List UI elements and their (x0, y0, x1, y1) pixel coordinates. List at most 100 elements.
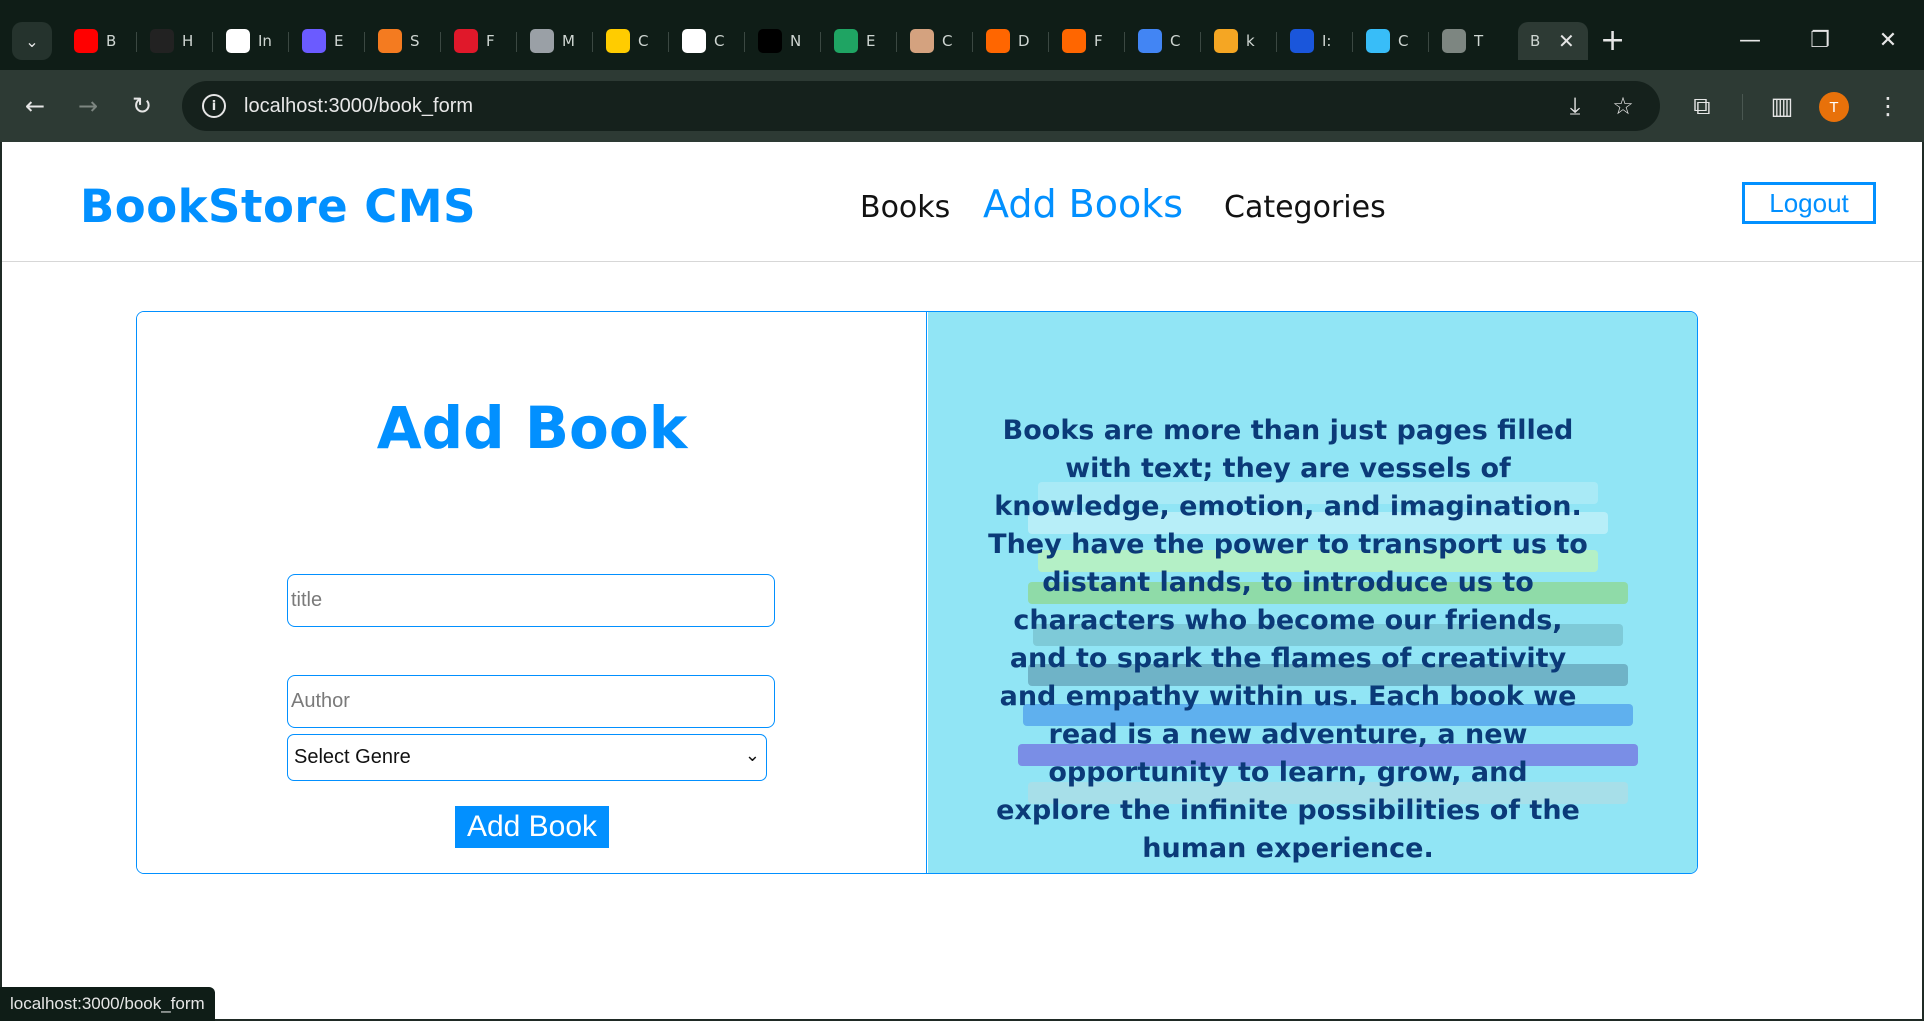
tab-separator (972, 32, 973, 52)
back-button[interactable]: ← (15, 86, 55, 126)
tab-label: C (638, 32, 649, 50)
tab-label: I: (1322, 32, 1332, 50)
ai-icon (910, 29, 934, 53)
browser-tab[interactable]: T (1430, 22, 1506, 60)
thumb-icon (1442, 29, 1466, 53)
tab-label: k (1246, 32, 1255, 50)
browser-tab[interactable]: C (898, 22, 974, 60)
add-book-button[interactable]: Add Book (455, 806, 609, 848)
tab-separator (1200, 32, 1201, 52)
tab-separator (744, 32, 745, 52)
browser-tab[interactable]: F (442, 22, 518, 60)
browser-tab[interactable]: k (1202, 22, 1278, 60)
tab-separator (1428, 32, 1429, 52)
window-close-button[interactable]: ✕ (1868, 20, 1908, 60)
tab-separator (1124, 32, 1125, 52)
menu-kebab-icon[interactable]: ⋮ (1868, 86, 1908, 126)
tab-separator (592, 32, 593, 52)
install-app-icon[interactable]: ⤓ (1558, 89, 1592, 123)
tab-label: C (942, 32, 953, 50)
browser-tab[interactable]: M (518, 22, 594, 60)
tab-label: H (182, 32, 194, 50)
globe-icon (530, 29, 554, 53)
tab-label: B (106, 32, 117, 50)
browser-tab[interactable]: H (138, 22, 214, 60)
profile-avatar[interactable]: T (1819, 92, 1849, 122)
youtube-icon (74, 29, 98, 53)
browser-tab-strip: ⌄ B H In E S F M C C N E C D F Ck I: C T B ✕ + — ❐ ✕ (0, 0, 1924, 70)
address-bar[interactable]: i localhost:3000/book_form ⤓ ☆ (182, 81, 1660, 131)
cc-icon (682, 29, 706, 53)
browser-tab[interactable]: In (214, 22, 290, 60)
url-host: localhost (244, 94, 323, 117)
browser-tab[interactable]: S (366, 22, 442, 60)
tab-separator (668, 32, 669, 52)
tab-separator (288, 32, 289, 52)
tab-separator (516, 32, 517, 52)
tab-label: S (410, 32, 420, 50)
reload-button[interactable]: ↻ (122, 86, 162, 126)
restore-button[interactable]: ❐ (1800, 20, 1840, 60)
ui-icon (302, 29, 326, 53)
chevron-down-icon: ⌄ (744, 745, 760, 765)
minimize-button[interactable]: — (1730, 20, 1770, 60)
toolbar-divider (1742, 94, 1743, 120)
quote-panel: Books are more than just pages filled wi… (928, 312, 1697, 873)
new-tab-button[interactable]: + (1600, 24, 1625, 58)
genre-select-value: Select Genre (294, 746, 411, 768)
tab-separator (364, 32, 365, 52)
tab-label: F (486, 32, 495, 50)
side-panel-icon[interactable]: ▥ (1762, 86, 1802, 126)
tab-separator (440, 32, 441, 52)
bookmark-star-icon[interactable]: ☆ (1606, 89, 1640, 123)
tab-separator (896, 32, 897, 52)
squares-icon (378, 29, 402, 53)
browser-tab[interactable]: C (1126, 22, 1202, 60)
tab-label: M (562, 32, 575, 50)
nav-add-books[interactable]: Add Books (983, 182, 1183, 226)
tab-separator (1352, 32, 1353, 52)
browser-tab[interactable]: C (670, 22, 746, 60)
browser-tab[interactable]: C (594, 22, 670, 60)
cup-icon (606, 29, 630, 53)
form-title: Add Book (376, 394, 688, 462)
tab-search-chevron-icon[interactable]: ⌄ (12, 22, 52, 60)
nav-books[interactable]: Books (860, 190, 950, 225)
active-tab[interactable]: B ✕ (1518, 22, 1588, 60)
browser-tab[interactable]: E (290, 22, 366, 60)
tab-separator (1276, 32, 1277, 52)
palette-icon (150, 29, 174, 53)
browser-tab[interactable]: I: (1278, 22, 1354, 60)
y-icon (986, 29, 1010, 53)
tab-label: N (790, 32, 802, 50)
browser-tab[interactable]: D (974, 22, 1050, 60)
tab-close-icon[interactable]: ✕ (1558, 29, 1575, 53)
logout-button[interactable]: Logout (1742, 182, 1876, 224)
dots-icon (226, 29, 250, 53)
browser-tab[interactable]: N (746, 22, 822, 60)
url-text[interactable]: localhost:3000/book_form (244, 95, 473, 118)
site-info-icon[interactable]: i (202, 94, 226, 118)
nav-categories[interactable]: Categories (1224, 190, 1386, 225)
forward-button[interactable]: → (68, 86, 108, 126)
brand-logo[interactable]: BookStore CMS (80, 180, 476, 233)
browser-tab[interactable]: E (822, 22, 898, 60)
genre-select[interactable]: Select Genre ⌄ (287, 734, 767, 781)
tab-separator (136, 32, 137, 52)
browser-tab[interactable]: B (62, 22, 138, 60)
browser-tab[interactable]: C (1354, 22, 1430, 60)
wave-icon (1366, 29, 1390, 53)
author-input[interactable] (287, 675, 775, 728)
add-book-card: Add Book Select Genre ⌄ Add Book Books (136, 311, 1698, 874)
extensions-puzzle-icon[interactable]: ⧉ (1682, 86, 1722, 126)
tab-label: C (714, 32, 725, 50)
tab-label: In (258, 32, 272, 50)
tab-label: T (1474, 32, 1484, 50)
page-viewport: BookStore CMS Books Add Books Categories… (2, 142, 1922, 1019)
y-icon (1062, 29, 1086, 53)
title-input[interactable] (287, 574, 775, 627)
p-icon (1290, 29, 1314, 53)
site-header: BookStore CMS Books Add Books Categories… (2, 142, 1922, 262)
status-url-bubble: localhost:3000/book_form (0, 987, 215, 1021)
browser-tab[interactable]: F (1050, 22, 1126, 60)
